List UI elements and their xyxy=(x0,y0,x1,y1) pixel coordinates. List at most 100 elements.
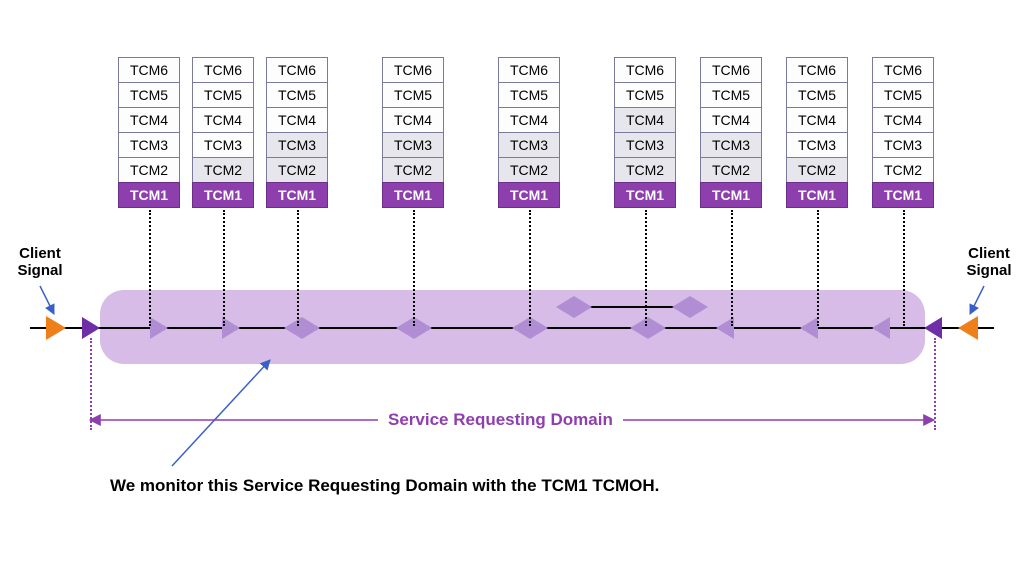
tcm-cell-tcm4: TCM4 xyxy=(786,107,848,133)
client-triangle-left xyxy=(46,316,66,340)
tcm-cell-tcm1: TCM1 xyxy=(872,182,934,208)
tcm-stack-8: TCM6TCM5TCM4TCM3TCM2TCM1 xyxy=(786,58,848,208)
tcm-stack-9: TCM6TCM5TCM4TCM3TCM2TCM1 xyxy=(872,58,934,208)
tcm-cell-tcm1: TCM1 xyxy=(498,182,560,208)
tcm-cell-tcm2: TCM2 xyxy=(266,157,328,183)
branch-tri-r1 xyxy=(574,296,592,318)
tcm-cell-tcm6: TCM6 xyxy=(498,57,560,83)
stack-connector-1 xyxy=(149,210,151,326)
tcm-cell-tcm1: TCM1 xyxy=(192,182,254,208)
tcm-cell-tcm1: TCM1 xyxy=(266,182,328,208)
node-tri-10 xyxy=(648,317,666,339)
tcm-stack-4: TCM6TCM5TCM4TCM3TCM2TCM1 xyxy=(382,58,444,208)
node-tri-7 xyxy=(512,317,530,339)
tcm-stack-6: TCM6TCM5TCM4TCM3TCM2TCM1 xyxy=(614,58,676,208)
client-signal-right-label: Client Signal xyxy=(954,246,1024,279)
tcm-cell-tcm3: TCM3 xyxy=(872,132,934,158)
tcm-cell-tcm6: TCM6 xyxy=(872,57,934,83)
tcm-cell-tcm6: TCM6 xyxy=(700,57,762,83)
tcm-cell-tcm4: TCM4 xyxy=(614,107,676,133)
dim-end-right xyxy=(934,338,936,430)
branch-tri-l1 xyxy=(556,296,574,318)
tcm-cell-tcm6: TCM6 xyxy=(614,57,676,83)
tcm-cell-tcm2: TCM2 xyxy=(786,157,848,183)
tcm-cell-tcm3: TCM3 xyxy=(266,132,328,158)
node-tri-8 xyxy=(530,317,548,339)
tcm-stack-3: TCM6TCM5TCM4TCM3TCM2TCM1 xyxy=(266,58,328,208)
tcm-cell-tcm3: TCM3 xyxy=(614,132,676,158)
dimension-label: Service Requesting Domain xyxy=(378,408,623,432)
tcm-cell-tcm1: TCM1 xyxy=(700,182,762,208)
branch-tri-l2 xyxy=(672,296,690,318)
tcm-stack-5: TCM6TCM5TCM4TCM3TCM2TCM1 xyxy=(498,58,560,208)
stack-connector-6 xyxy=(645,210,647,326)
stack-connector-3 xyxy=(297,210,299,326)
tcm-cell-tcm5: TCM5 xyxy=(872,82,934,108)
tcm-cell-tcm3: TCM3 xyxy=(786,132,848,158)
tcm-cell-tcm6: TCM6 xyxy=(266,57,328,83)
node-tri-4 xyxy=(302,317,320,339)
arrow-client-right xyxy=(970,286,984,314)
tcm-cell-tcm1: TCM1 xyxy=(614,182,676,208)
tcm-cell-tcm2: TCM2 xyxy=(498,157,560,183)
node-tri-13 xyxy=(872,317,890,339)
tcm-cell-tcm6: TCM6 xyxy=(192,57,254,83)
tcm-cell-tcm1: TCM1 xyxy=(382,182,444,208)
stack-connector-9 xyxy=(903,210,905,326)
tcm-cell-tcm2: TCM2 xyxy=(700,157,762,183)
tcm-cell-tcm5: TCM5 xyxy=(192,82,254,108)
tcm-cell-tcm2: TCM2 xyxy=(192,157,254,183)
tcm-cell-tcm4: TCM4 xyxy=(192,107,254,133)
tcm-cell-tcm4: TCM4 xyxy=(700,107,762,133)
tcm-cell-tcm3: TCM3 xyxy=(498,132,560,158)
tcm-cell-tcm2: TCM2 xyxy=(382,157,444,183)
tcm-cell-tcm5: TCM5 xyxy=(700,82,762,108)
stack-connector-2 xyxy=(223,210,225,326)
tcm-cell-tcm6: TCM6 xyxy=(118,57,180,83)
tcm-cell-tcm4: TCM4 xyxy=(118,107,180,133)
tcm-cell-tcm5: TCM5 xyxy=(498,82,560,108)
client-right-1: Client Signal xyxy=(966,245,1011,279)
tcm-cell-tcm1: TCM1 xyxy=(786,182,848,208)
tcm-cell-tcm4: TCM4 xyxy=(498,107,560,133)
tcm-cell-tcm4: TCM4 xyxy=(382,107,444,133)
stack-connector-4 xyxy=(413,210,415,326)
client-signal-left-label: Client Signal xyxy=(0,246,80,279)
tcm-cell-tcm3: TCM3 xyxy=(700,132,762,158)
client-left-1: Client Signal xyxy=(17,245,62,279)
diagram-canvas: Client Signal Client Signal TCM6TCM5TCM4… xyxy=(0,0,1024,576)
node-tri-5 xyxy=(396,317,414,339)
tcm-cell-tcm5: TCM5 xyxy=(614,82,676,108)
tcm-stack-7: TCM6TCM5TCM4TCM3TCM2TCM1 xyxy=(700,58,762,208)
tcm-cell-tcm4: TCM4 xyxy=(266,107,328,133)
arrow-client-left xyxy=(40,286,54,314)
tcm-cell-tcm5: TCM5 xyxy=(382,82,444,108)
stack-connector-5 xyxy=(529,210,531,326)
tcm-cell-tcm3: TCM3 xyxy=(382,132,444,158)
stack-connector-7 xyxy=(731,210,733,326)
tcm-cell-tcm2: TCM2 xyxy=(614,157,676,183)
domain-end-triangle-right xyxy=(924,317,942,339)
tcm-cell-tcm1: TCM1 xyxy=(118,182,180,208)
node-tri-12 xyxy=(800,317,818,339)
caption-text: We monitor this Service Requesting Domai… xyxy=(110,476,659,496)
tcm-cell-tcm3: TCM3 xyxy=(118,132,180,158)
stack-connector-8 xyxy=(817,210,819,326)
tcm-cell-tcm5: TCM5 xyxy=(266,82,328,108)
tcm-cell-tcm5: TCM5 xyxy=(786,82,848,108)
tcm-cell-tcm2: TCM2 xyxy=(118,157,180,183)
domain-end-triangle-left xyxy=(82,317,100,339)
branch-tri-r2 xyxy=(690,296,708,318)
tcm-cell-tcm5: TCM5 xyxy=(118,82,180,108)
tcm-stack-2: TCM6TCM5TCM4TCM3TCM2TCM1 xyxy=(192,58,254,208)
tcm-cell-tcm4: TCM4 xyxy=(872,107,934,133)
tcm-cell-tcm6: TCM6 xyxy=(382,57,444,83)
node-tri-1 xyxy=(150,317,168,339)
tcm-cell-tcm3: TCM3 xyxy=(192,132,254,158)
arrow-caption xyxy=(172,360,270,466)
dim-end-left xyxy=(90,338,92,430)
node-tri-6 xyxy=(414,317,432,339)
tcm-stack-1: TCM6TCM5TCM4TCM3TCM2TCM1 xyxy=(118,58,180,208)
node-tri-3 xyxy=(284,317,302,339)
client-triangle-right xyxy=(958,316,978,340)
